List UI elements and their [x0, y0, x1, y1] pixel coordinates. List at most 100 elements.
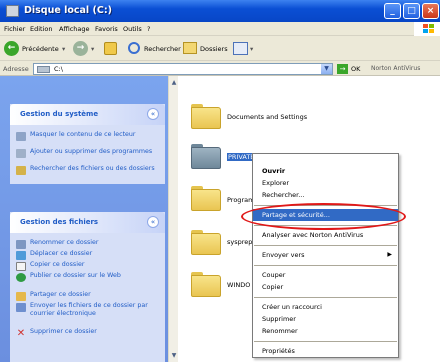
folder-icon[interactable]: [191, 104, 221, 129]
menu-item-search-label: Rechercher...: [262, 191, 305, 199]
address-bar: Adresse C:\ ▼ → OK Norton AntiVirus: [0, 62, 440, 76]
maximize-button[interactable]: □: [403, 3, 420, 19]
task-publish-label: Publier ce dossier sur le Web: [30, 272, 121, 279]
title-bar[interactable]: Disque local (C:) _ □ ×: [0, 0, 440, 22]
menu-fichier[interactable]: Fichier: [4, 25, 25, 33]
task-email-label: Envoyer les fichiers de ce dossier par c…: [30, 302, 148, 317]
address-label: Adresse: [3, 65, 29, 73]
menu-help[interactable]: ?: [147, 25, 150, 33]
views-icon[interactable]: [233, 42, 248, 55]
menu-outils[interactable]: Outils: [123, 25, 142, 33]
address-value: C:\: [54, 65, 63, 73]
folder-name-documents[interactable]: Documents and Settings: [227, 113, 307, 121]
collapse-chevron-icon[interactable]: «: [147, 108, 159, 120]
menu-item-norton-scan[interactable]: Analyser avec Norton AntiVirus: [253, 229, 398, 241]
go-arrow-icon[interactable]: →: [337, 64, 348, 74]
file-tasks-title: Gestion des fichiers: [20, 218, 99, 226]
task-pane: Gestion du système « Masquer le contenu …: [0, 76, 178, 362]
explorer-window: Disque local (C:) _ □ × Fichier Edition …: [0, 0, 440, 362]
system-tasks-panel: Gestion du système « Masquer le contenu …: [10, 104, 165, 184]
menu-item-search[interactable]: Rechercher...: [253, 189, 398, 201]
move-icon: [16, 251, 26, 260]
scroll-down-arrow-icon[interactable]: ▼: [170, 351, 178, 361]
menu-separator: [254, 297, 397, 298]
address-field[interactable]: C:\ ▼: [33, 63, 333, 75]
folder-icon[interactable]: [191, 230, 221, 255]
menu-item-delete[interactable]: Supprimer: [253, 313, 398, 325]
menu-item-copy-label: Copier: [262, 283, 284, 291]
menu-item-send-to[interactable]: Envoyer vers ▶: [253, 249, 398, 261]
back-button-label[interactable]: Précédente: [22, 45, 59, 53]
folders-button[interactable]: Dossiers: [200, 45, 228, 53]
folder-icon[interactable]: [191, 144, 221, 169]
menu-separator: [254, 245, 397, 246]
menu-item-rename[interactable]: Renommer: [253, 325, 398, 337]
email-icon: [16, 303, 26, 312]
window-title: Disque local (C:): [24, 5, 112, 16]
menu-item-explore-label: Explorer: [262, 179, 290, 187]
delete-x-icon: ✕: [16, 328, 26, 339]
menu-item-properties[interactable]: Propriétés: [253, 345, 398, 357]
system-tasks-header[interactable]: Gestion du système «: [10, 104, 165, 125]
task-search-label: Rechercher des fichiers ou des dossiers: [30, 165, 155, 172]
collapse-chevron-icon[interactable]: «: [147, 216, 159, 228]
context-menu: Ouvrir Explorer Rechercher... Partage et…: [252, 153, 399, 358]
menu-bar: Fichier Edition Affichage Favoris Outils…: [0, 22, 440, 36]
task-hide-drive-label: Masquer le contenu de ce lecteur: [30, 131, 136, 138]
task-rename-label: Renommer ce dossier: [30, 239, 99, 246]
menu-item-shortcut-label: Créer un raccourci: [262, 303, 322, 311]
menu-item-send-to-label: Envoyer vers: [262, 251, 305, 259]
menu-item-explore[interactable]: Explorer: [253, 177, 398, 189]
menu-item-norton-label: Analyser avec Norton AntiVirus: [262, 231, 364, 239]
task-add-remove-label: Ajouter ou supprimer des programmes: [30, 148, 153, 155]
menu-item-create-shortcut[interactable]: Créer un raccourci: [253, 301, 398, 313]
file-tasks-panel: Gestion des fichiers « Renommer ce dossi…: [10, 212, 165, 362]
menu-edition[interactable]: Edition: [30, 25, 53, 33]
share-hand-icon: [16, 292, 26, 301]
go-button[interactable]: OK: [351, 65, 360, 73]
task-move-label: Déplacer ce dossier: [30, 250, 93, 257]
menu-affichage[interactable]: Affichage: [59, 25, 90, 33]
file-tasks-header[interactable]: Gestion des fichiers «: [10, 212, 165, 233]
folder-up-icon[interactable]: [104, 42, 117, 55]
norton-addon-label[interactable]: Norton AntiVirus: [371, 65, 420, 72]
menu-separator: [254, 265, 397, 266]
drive-small-icon: [37, 66, 50, 73]
folder-icon[interactable]: [191, 186, 221, 211]
toolbar: ← Précédente ▾ → ▾ Rechercher Dossiers ▾: [0, 37, 440, 61]
scroll-up-arrow-icon[interactable]: ▲: [170, 78, 178, 88]
windows-logo-icon: [414, 22, 440, 36]
folder-name-program[interactable]: Program: [227, 196, 254, 204]
folder-name-windows[interactable]: WINDO: [227, 281, 250, 289]
views-dropdown-icon[interactable]: ▾: [250, 45, 253, 53]
menu-item-open-label: Ouvrir: [262, 167, 286, 175]
menu-item-open[interactable]: Ouvrir: [253, 165, 398, 177]
menu-item-cut[interactable]: Couper: [253, 269, 398, 281]
close-button[interactable]: ×: [422, 3, 439, 19]
hide-contents-icon: [16, 132, 26, 141]
task-delete-label: Supprimer ce dossier: [30, 328, 97, 335]
forward-dropdown-icon[interactable]: ▾: [91, 45, 94, 53]
address-dropdown-icon[interactable]: ▼: [321, 64, 332, 74]
search-button[interactable]: Rechercher: [144, 45, 181, 53]
forward-arrow-icon[interactable]: →: [73, 41, 88, 56]
copy-icon: [16, 262, 26, 271]
programs-icon: [16, 149, 26, 158]
globe-icon: [16, 273, 26, 282]
rename-icon: [16, 240, 26, 249]
minimize-button[interactable]: _: [384, 3, 401, 19]
folder-icon[interactable]: [191, 272, 221, 297]
menu-separator: [254, 341, 397, 342]
folder-name-sysprep[interactable]: sysprep: [227, 238, 252, 246]
back-dropdown-icon[interactable]: ▾: [62, 45, 65, 53]
back-arrow-icon[interactable]: ←: [4, 41, 19, 56]
menu-item-cut-label: Couper: [262, 271, 286, 279]
submenu-arrow-icon: ▶: [387, 251, 392, 258]
menu-item-copy[interactable]: Copier: [253, 281, 398, 293]
folders-icon: [183, 42, 197, 54]
task-share-label: Partager ce dossier: [30, 291, 91, 298]
highlight-annotation-ellipse: [241, 203, 406, 230]
task-pane-scrollbar[interactable]: ▲ ▼: [168, 76, 178, 362]
system-tasks-title: Gestion du système: [20, 110, 99, 118]
menu-favoris[interactable]: Favoris: [95, 25, 118, 33]
